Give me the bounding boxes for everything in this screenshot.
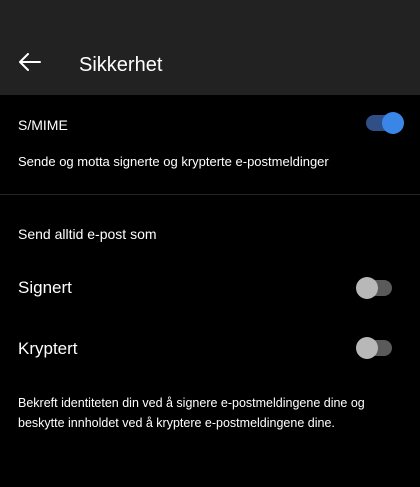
smime-description: Sende og motta signerte og krypterte e-p… <box>18 154 329 169</box>
encrypted-toggle[interactable] <box>356 337 392 359</box>
section-divider <box>0 194 420 195</box>
toggle-thumb <box>356 337 378 359</box>
page-title: Sikkerhet <box>79 54 163 76</box>
footer-description: Bekreft identiteten din ved å signere e-… <box>18 396 365 430</box>
smime-toggle[interactable] <box>366 112 404 134</box>
send-always-header: Send alltid e-post som <box>18 226 157 242</box>
encrypted-label: Kryptert <box>18 339 78 358</box>
signed-label: Signert <box>18 278 72 297</box>
back-button[interactable] <box>14 46 46 78</box>
arrow-left-icon <box>19 53 41 71</box>
toggle-thumb <box>356 277 378 299</box>
app-bar: Sikkerhet <box>0 0 420 95</box>
smime-label: S/MIME <box>18 117 68 133</box>
signed-toggle[interactable] <box>356 277 392 299</box>
toggle-thumb <box>382 112 404 134</box>
